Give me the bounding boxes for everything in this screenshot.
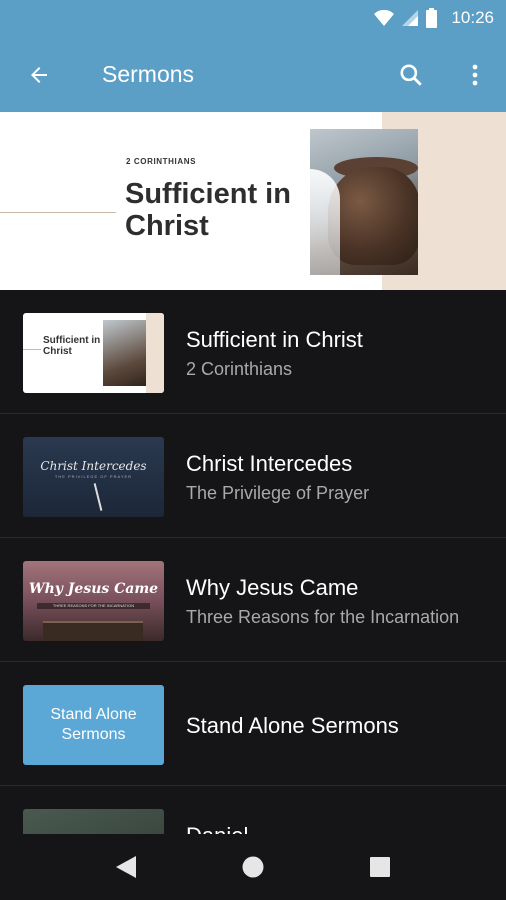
series-thumbnail: Sufficient in Christ	[23, 313, 164, 393]
search-icon	[400, 64, 422, 86]
series-subtitle: The Privilege of Prayer	[186, 483, 370, 503]
thumb-text: Stand Alone Sermons	[50, 706, 137, 743]
app-bar: Sermons	[0, 36, 506, 112]
thumb-accent	[146, 313, 164, 393]
series-thumbnail: Why Jesus Came THREE REASONS FOR THE INC…	[23, 561, 164, 641]
series-thumbnail	[23, 809, 164, 834]
back-button[interactable]	[22, 58, 56, 92]
nav-recents-button[interactable]	[365, 852, 395, 882]
thumb-subtext: THE PRIVILEGE OF PRAYER	[54, 474, 133, 479]
status-icons: 10:26	[374, 8, 494, 28]
list-item[interactable]: Stand Alone Sermons Stand Alone Sermons	[0, 662, 506, 786]
triangle-back-icon	[116, 856, 136, 878]
series-subtitle: Three Reasons for the Incarnation	[186, 607, 460, 627]
pot-image	[328, 167, 418, 265]
list-item[interactable]: Christ Intercedes THE PRIVILEGE OF PRAYE…	[0, 414, 506, 538]
thumb-graphic	[93, 483, 103, 511]
page-title: Sermons	[102, 61, 195, 87]
sermon-series-list: Sufficient in Christ Sufficient in Chris…	[0, 290, 506, 834]
thumb-text: Christ Intercedes	[40, 459, 147, 473]
search-button[interactable]	[394, 58, 428, 92]
banner-divider	[0, 212, 116, 213]
status-bar: 10:26	[0, 0, 506, 36]
back-arrow-icon	[31, 67, 47, 83]
circle-home-icon	[242, 856, 264, 878]
pouring-water	[310, 169, 340, 275]
banner-photo	[310, 129, 418, 275]
thumb-divider	[23, 349, 41, 350]
signal-icon	[402, 10, 419, 26]
thumb-photo	[103, 320, 149, 386]
thumb-text: Why Jesus Came	[28, 581, 159, 597]
more-vert-icon	[472, 64, 478, 86]
banner-title: Sufficient in Christ	[125, 178, 291, 242]
battery-icon	[426, 8, 438, 28]
sermons-screen: 10:26 Sermons 2 CORINTHIANS Sufficient i…	[0, 0, 506, 900]
nav-home-button[interactable]	[238, 852, 268, 882]
thumb-text: Sufficient in Christ	[43, 335, 101, 357]
system-nav-bar	[0, 834, 506, 900]
series-title: Sufficient in Christ	[186, 327, 363, 352]
wifi-icon	[374, 10, 395, 26]
series-subtitle: 2 Corinthians	[186, 359, 293, 379]
series-thumbnail: Christ Intercedes THE PRIVILEGE OF PRAYE…	[23, 437, 164, 517]
banner-kicker: 2 CORINTHIANS	[126, 157, 197, 166]
list-item[interactable]: Why Jesus Came THREE REASONS FOR THE INC…	[0, 538, 506, 662]
thumb-subtext: THREE REASONS FOR THE INCARNATION	[37, 603, 150, 609]
series-title: Why Jesus Came	[186, 575, 359, 600]
clock: 10:26	[451, 8, 494, 27]
square-recents-icon	[370, 857, 390, 877]
series-title: Christ Intercedes	[186, 451, 353, 476]
series-title: Daniel	[186, 823, 248, 834]
list-item[interactable]: Sufficient in Christ Sufficient in Chris…	[0, 290, 506, 414]
nav-back-button[interactable]	[111, 852, 141, 882]
featured-banner[interactable]: 2 CORINTHIANS Sufficient in Christ	[0, 112, 506, 290]
series-title: Stand Alone Sermons	[186, 713, 399, 738]
list-item[interactable]: Daniel	[0, 786, 506, 834]
thumb-graphic	[43, 621, 143, 641]
more-options-button[interactable]	[462, 58, 488, 92]
series-thumbnail: Stand Alone Sermons	[23, 685, 164, 765]
